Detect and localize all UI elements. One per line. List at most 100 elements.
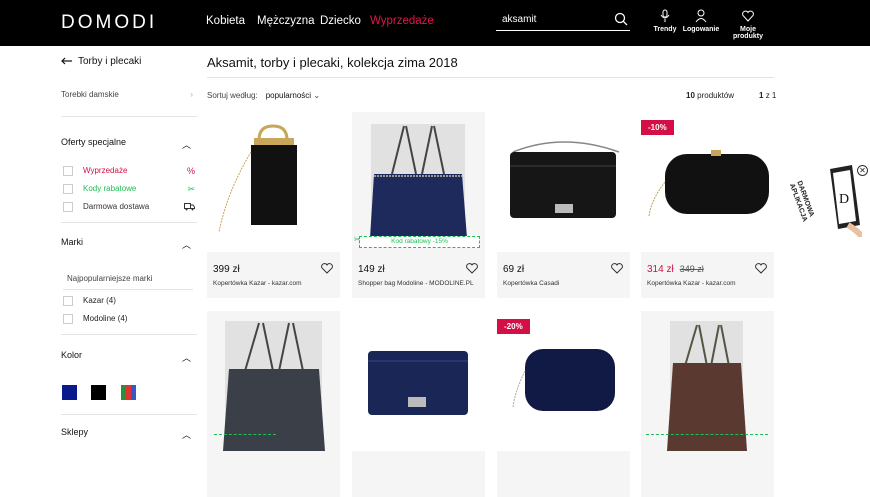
product-card[interactable]: 399 zł Kopertówka Kazar - kazar.com — [207, 112, 340, 298]
product-name: Kopertówka Kazar - kazar.com — [647, 280, 736, 287]
util-logowanie[interactable]: Logowanie — [681, 9, 721, 33]
search-icon[interactable] — [614, 12, 628, 26]
product-image — [352, 311, 485, 451]
product-name: Kopertówka Casadi — [503, 280, 560, 287]
divider — [61, 334, 197, 335]
product-image — [641, 311, 774, 451]
util-label: Trendy — [653, 26, 677, 33]
heart-icon[interactable] — [755, 263, 767, 274]
checkbox[interactable] — [63, 296, 73, 306]
color-swatch-black[interactable] — [91, 385, 106, 400]
brands-subtitle: Najpopularniejsze marki — [67, 274, 153, 283]
promo-label: Kod rabatowy -15% — [391, 238, 448, 245]
chevron-up-icon: ︿ — [181, 353, 191, 363]
back-label: Torby i plecaki — [78, 56, 142, 67]
shops-title: Sklepy — [61, 427, 89, 437]
divider — [207, 77, 774, 78]
product-image — [497, 112, 630, 252]
logo[interactable]: DOMODI — [61, 12, 157, 34]
user-icon — [695, 9, 707, 23]
count-label: produktów — [697, 91, 735, 100]
sidebar-item-torebki[interactable]: Torebki damskie › — [61, 90, 195, 99]
brands-header[interactable]: Marki ︿ — [61, 237, 195, 250]
checkbox[interactable] — [63, 314, 73, 324]
checkbox[interactable] — [63, 202, 73, 212]
filter-brand-kazar[interactable]: Kazar (4) — [63, 296, 195, 306]
util-moje-produkty[interactable]: Moje produkty — [727, 9, 769, 40]
util-label: Logowanie — [682, 26, 720, 33]
percent-icon: % — [186, 166, 195, 176]
scissors-percent-icon: ✂ — [187, 184, 195, 194]
color-swatch-navy[interactable] — [62, 385, 77, 400]
discount-badge: -10% — [641, 120, 674, 135]
product-count: 10 produktów — [686, 91, 734, 100]
product-price: 149 zł — [358, 264, 385, 275]
offers-header[interactable]: Oferty specjalne ︿ — [61, 137, 195, 150]
brands-title: Marki — [61, 237, 83, 247]
back-link[interactable]: Torby i plecaki — [61, 56, 141, 67]
product-price: 69 zł — [503, 264, 525, 275]
color-title: Kolor — [61, 350, 83, 360]
product-card[interactable] — [207, 311, 340, 497]
page-number: 1 — [759, 91, 764, 100]
app-promo[interactable]: DARMOWA APLIKACJA D — [788, 165, 870, 240]
util-trendy[interactable]: Trendy — [645, 9, 685, 33]
svg-text:D: D — [839, 192, 849, 207]
search-value: aksamit — [502, 14, 537, 25]
nav-mezczyzna[interactable]: Mężczyzna — [257, 15, 315, 27]
product-price: 314 zł 349 zł — [647, 264, 704, 275]
chevron-up-icon: ︿ — [181, 240, 191, 250]
search-input[interactable]: aksamit — [496, 12, 630, 31]
sort-label: Sortuj według: — [207, 91, 258, 100]
offers-title: Oferty specjalne — [61, 137, 127, 147]
heart-icon[interactable] — [466, 263, 478, 274]
product-card[interactable]: ✂ Kod rabatowy -15% 149 zł Shopper bag Mo… — [352, 112, 485, 298]
sort-value[interactable]: popularności — [266, 91, 311, 100]
product-image — [207, 112, 340, 252]
old-price: 349 zł — [679, 264, 704, 274]
color-header[interactable]: Kolor ︿ — [61, 350, 195, 363]
chevron-down-icon: ⌄ — [313, 91, 321, 100]
filter-kody-rabatowe[interactable]: Kody rabatowe ✂ — [63, 184, 195, 194]
heart-icon — [742, 10, 754, 22]
scissors-icon: ✂ — [354, 235, 361, 244]
discount-badge: -20% — [497, 319, 530, 334]
product-card[interactable] — [352, 311, 485, 497]
promo-code-badge: ✂ Kod rabatowy -15% — [354, 235, 480, 248]
divider — [61, 414, 197, 415]
truck-icon — [184, 203, 195, 211]
color-swatch-multi[interactable] — [121, 385, 136, 400]
filter-brand-modoline[interactable]: Modoline (4) — [63, 314, 195, 324]
arrow-left-icon — [61, 57, 72, 65]
sort-control[interactable]: Sortuj według: popularności ⌄ — [207, 91, 320, 100]
product-card[interactable]: 69 zł Kopertówka Casadi — [497, 112, 630, 298]
nav-kobieta[interactable]: Kobieta — [206, 15, 245, 27]
heart-icon[interactable] — [321, 263, 333, 274]
checkbox[interactable] — [63, 166, 73, 176]
filter-label: Kody rabatowe — [83, 184, 137, 194]
nav-dziecko[interactable]: Dziecko — [320, 15, 361, 27]
close-icon[interactable]: ✕ — [857, 165, 868, 176]
product-price: 399 zł — [213, 264, 240, 275]
filter-label: Modoline (4) — [83, 314, 128, 324]
product-name: Shopper bag Modoline - MODOLINE.PL — [358, 280, 474, 287]
phone-icon: D — [830, 165, 862, 237]
divider — [61, 116, 197, 117]
product-card[interactable]: -10% 314 zł 349 zł Kopertówka Kazar - kaz… — [641, 112, 774, 298]
checkbox[interactable] — [63, 184, 73, 194]
count-number: 10 — [686, 91, 695, 100]
filter-wyprzedaze[interactable]: Wyprzedaże % — [63, 166, 195, 176]
filter-label: Darmowa dostawa — [83, 202, 150, 212]
chevron-right-icon: › — [190, 90, 193, 99]
microphone-icon — [660, 9, 670, 22]
chevron-up-icon: ︿ — [181, 140, 191, 150]
shops-header[interactable]: Sklepy ︿ — [61, 427, 195, 440]
page-total: z 1 — [765, 91, 777, 100]
filter-label: Kazar (4) — [83, 296, 116, 306]
heart-icon[interactable] — [611, 263, 623, 274]
product-card[interactable]: -20% — [497, 311, 630, 497]
filter-darmowa-dostawa[interactable]: Darmowa dostawa — [63, 202, 195, 212]
divider — [61, 222, 197, 223]
product-card[interactable] — [641, 311, 774, 497]
nav-wyprzedaze[interactable]: Wyprzedaże — [370, 15, 434, 27]
